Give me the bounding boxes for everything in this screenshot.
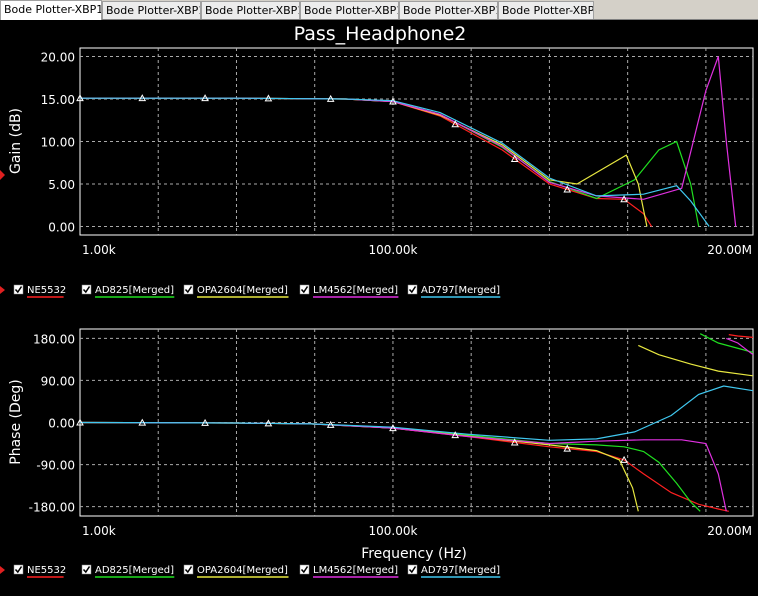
legend-entry-label: OPA2604[Merged] [197,285,288,296]
phase-panel: 180.00 90.00 0.00 -90.00 -180.00 1.00k 100.00… [8,328,754,562]
legend-checkbox[interactable] [13,284,24,295]
legend-checkbox[interactable] [183,564,194,575]
legend-entry-label: LM4562[Merged] [313,285,398,296]
legend-checkbox[interactable] [299,564,310,575]
y-tick-label: -90.00 [36,459,75,473]
legend-checkbox[interactable] [299,284,310,295]
gain-y-ticks: 20.00 15.00 10.00 5.00 0.00 [41,51,75,235]
y-tick-label: 90.00 [41,374,75,388]
legend-cursor-marker-icon[interactable] [0,566,5,574]
legend-entry-label: AD825[Merged] [95,565,174,576]
phase-y-axis-label: Phase (Deg) [8,379,24,464]
series-line-opa2604 [80,97,648,227]
phase-legend: NE5532 AD825[Merged] OPA2604[Merged] LM4562… [0,564,501,578]
gain-grid [80,48,753,235]
series-line-lm4562 [80,337,753,512]
legend-entry-label: NE5532 [27,565,66,576]
legend-entry-label: LM4562[Merged] [313,565,398,576]
tab-bode-plotter-1[interactable]: Bode Plotter-XBP1 [0,0,102,20]
gain-x-ticks: 1.00k 100.00k 20.00M [82,243,752,257]
gain-cursor-marker-icon[interactable] [0,170,5,180]
phase-x-ticks: 1.00k 100.00k 20.00M [82,524,752,538]
gain-legend: NE5532 AD825[Merged] OPA2604[Merged] LM4562… [0,284,501,298]
x-tick-label: 100.00k [368,524,417,538]
y-tick-label: 180.00 [33,332,75,346]
series-line-ad797 [80,385,753,441]
x-axis-label: Frequency (Hz) [361,546,467,562]
y-tick-label: 0.00 [48,417,75,431]
x-tick-label: 1.00k [82,243,116,257]
gain-panel: 20.00 15.00 10.00 5.00 0.00 1.00k 100.00k 20.0… [0,47,754,257]
x-tick-label: 100.00k [368,243,417,257]
legend-cursor-marker-icon[interactable] [0,286,5,294]
legend-checkbox[interactable] [81,564,92,575]
phase-y-ticks: 180.00 90.00 0.00 -90.00 -180.00 [29,332,75,514]
tab-bode-plotter-4[interactable]: Bode Plotter-XBP1 [300,1,399,19]
gain-markers [76,94,628,203]
y-tick-label: 5.00 [48,178,75,192]
series-line-ne5532 [80,97,653,227]
series-line-opa2604 [80,344,753,512]
legend-checkbox[interactable] [407,564,418,575]
legend-entry-label: NE5532 [27,285,66,296]
chart-title: Pass_Headphone2 [294,23,467,45]
x-tick-label: 1.00k [82,524,116,538]
x-tick-label: 20.00M [707,524,752,538]
legend-entry-label: AD825[Merged] [95,285,174,296]
legend-checkbox[interactable] [81,284,92,295]
legend-checkbox[interactable] [183,284,194,295]
tab-bode-plotter-2[interactable]: Bode Plotter-XBP1 [102,1,201,19]
series-line-ad825 [80,97,700,227]
tab-bode-plotter-5[interactable]: Bode Plotter-XBP1 [399,1,498,19]
tab-bar: Bode Plotter-XBP1 Bode Plotter-XBP1 Bode… [0,0,758,20]
y-tick-label: 0.00 [48,221,75,235]
y-tick-label: 20.00 [41,51,75,65]
bode-plot-canvas: Pass_Headphone2 20.00 15.00 10.00 5.00 0.00 … [0,23,754,578]
legend-entry-label: OPA2604[Merged] [197,565,288,576]
legend-entry-label: AD797[Merged] [421,285,500,296]
legend-checkbox[interactable] [13,564,24,575]
legend-checkbox[interactable] [407,284,418,295]
legend-entry-label: AD797[Merged] [421,565,500,576]
x-tick-label: 20.00M [707,243,752,257]
gain-y-axis-label: Gain (dB) [8,108,24,174]
tab-bode-plotter-3[interactable]: Bode Plotter-XBP1 [201,1,300,19]
tab-bode-plotter-6[interactable]: Bode Plotter-XBP1 [498,1,594,19]
y-tick-label: -180.00 [29,501,75,515]
y-tick-label: 10.00 [41,136,75,150]
y-tick-label: 15.00 [41,93,75,107]
